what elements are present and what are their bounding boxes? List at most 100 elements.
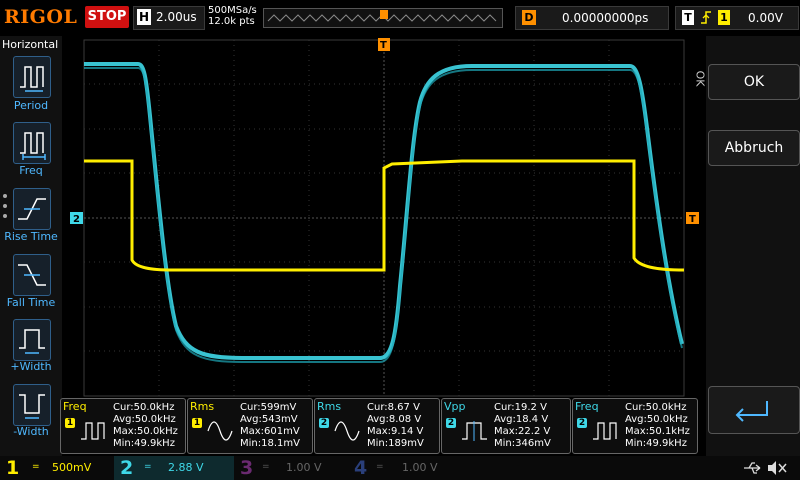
measurement-rms-ch1[interactable]: Rms 1 Cur:599mV Avg:543mV Max:601mV Min:… xyxy=(187,398,313,454)
ok-button[interactable]: OK xyxy=(708,64,800,100)
channel-badge: 1 xyxy=(65,418,75,428)
measurement-min: Min:346mV xyxy=(494,438,551,449)
memory-overview-bar xyxy=(263,8,503,28)
measurement-min: Min:18.1mV xyxy=(240,438,300,449)
measurement-name: Rms xyxy=(317,400,342,413)
usb-icon xyxy=(744,462,761,474)
waveform-display[interactable]: 2 T T xyxy=(62,36,706,456)
waveform-graticule: 2 T T xyxy=(70,38,699,397)
measurement-min: Min:49.9kHz xyxy=(113,438,175,449)
run-stop-status[interactable]: STOP xyxy=(85,6,129,28)
measurement-name: Freq xyxy=(63,400,87,413)
measurement-min: Min:189mV xyxy=(367,438,424,449)
channel-2-box[interactable]: 2 = 2.88 V xyxy=(114,456,234,480)
fall-time-button[interactable] xyxy=(13,254,51,296)
measurement-average: Avg:543mV xyxy=(240,414,298,425)
timebase-label: H xyxy=(137,9,151,25)
dc-coupling-icon: = xyxy=(376,462,384,472)
scroll-dot xyxy=(3,214,7,218)
measurement-freq-ch1[interactable]: Freq 1 Cur:50.0kHz Avg:50.0kHz Max:50.0k… xyxy=(60,398,186,454)
sample-rate: 500MSa/s xyxy=(208,5,257,16)
menu-title: Horizontal xyxy=(2,38,59,51)
rise-time-button[interactable] xyxy=(13,188,51,230)
channel-badge: 2 xyxy=(319,418,329,428)
freq-label: Freq xyxy=(19,164,43,177)
rms-measure-icon xyxy=(334,421,360,441)
channel-3-box[interactable]: 3 = 1.00 V xyxy=(236,456,348,480)
measurement-name: Freq xyxy=(575,400,599,413)
period-icon xyxy=(20,66,44,92)
trigger-level-marker[interactable]: T xyxy=(686,212,699,225)
measurement-rms-ch2[interactable]: Rms 2 Cur:8.67 V Avg:8.08 V Max:9.14 V M… xyxy=(314,398,440,454)
freq-button[interactable] xyxy=(13,122,51,164)
timebase-value: 2.00us xyxy=(156,10,197,24)
rise-time-label: Rise Time xyxy=(4,230,58,243)
measurement-current: Cur:599mV xyxy=(240,402,297,413)
channel-2-marker-label: 2 xyxy=(73,214,80,225)
measurement-max: Max:9.14 V xyxy=(367,426,424,437)
measurement-max: Max:50.1kHz xyxy=(625,426,690,437)
channel-3-number: 3 xyxy=(240,457,254,479)
negative-width-label: -Width xyxy=(13,425,49,438)
negative-width-button[interactable] xyxy=(13,384,51,426)
measurement-freq-ch2[interactable]: Freq 2 Cur:50.0kHz Avg:50.0kHz Max:50.1k… xyxy=(572,398,698,454)
channel-2-scale: 2.88 V xyxy=(168,461,204,474)
trigger-position-marker xyxy=(380,10,388,19)
timebase-box[interactable]: H 2.00us xyxy=(133,6,205,30)
fall-time-icon xyxy=(18,264,46,286)
trigger-level: 0.00V xyxy=(748,11,783,25)
fall-time-label: Fall Time xyxy=(6,296,56,309)
channel-1-scale: 500mV xyxy=(52,461,92,474)
delay-box[interactable]: D 0.00000000ps xyxy=(515,6,669,30)
channel-1-box[interactable]: 1 = 500mV xyxy=(0,456,112,480)
trigger-box[interactable]: T 1 0.00V xyxy=(675,6,799,30)
enter-arrow-icon xyxy=(735,401,768,422)
freq-measure-icon xyxy=(593,422,617,440)
measurement-current: Cur:19.2 V xyxy=(494,402,547,413)
freq-measure-icon xyxy=(81,422,105,440)
measurement-max: Max:50.0kHz xyxy=(113,426,178,437)
speaker-muted-icon[interactable] xyxy=(766,460,788,476)
trigger-right-label: T xyxy=(689,214,696,225)
positive-width-button[interactable] xyxy=(13,319,51,361)
measurement-average: Avg:18.4 V xyxy=(494,414,549,425)
top-status-bar: RIGOL STOP H 2.00us 500MSa/s 12.0k pts D… xyxy=(0,0,800,36)
channel-2-offset-marker[interactable]: 2 xyxy=(70,212,83,225)
measurement-current: Cur:50.0kHz xyxy=(113,402,175,413)
rms-measure-icon xyxy=(207,421,233,441)
measurement-vpp-ch2[interactable]: Vpp 2 Cur:19.2 V Avg:18.4 V Max:22.2 V M… xyxy=(441,398,571,454)
dc-coupling-icon: = xyxy=(144,462,152,472)
dc-coupling-icon: = xyxy=(32,462,40,472)
sample-info: 500MSa/s 12.0k pts xyxy=(208,5,257,27)
abbruch-button[interactable]: Abbruch xyxy=(708,130,800,166)
vpp-measure-icon xyxy=(462,421,487,441)
enter-button[interactable] xyxy=(708,386,800,434)
channel-4-box[interactable]: 4 = 1.00 V xyxy=(350,456,462,480)
channel-1-waveform xyxy=(84,159,685,272)
delay-value: 0.00000000ps xyxy=(562,11,649,25)
trigger-position-top-marker[interactable]: T xyxy=(378,38,390,51)
ok-side-label: OK xyxy=(693,70,707,87)
channel-3-scale: 1.00 V xyxy=(286,461,322,474)
channel-2-number: 2 xyxy=(120,457,134,479)
period-button[interactable] xyxy=(13,56,51,98)
right-softkey-panel: OK OK Abbruch xyxy=(693,36,800,456)
horizontal-menu: Horizontal Period Freq Rise Time Fall Ti… xyxy=(0,36,63,456)
channel-4-number: 4 xyxy=(354,457,368,479)
measurement-name: Rms xyxy=(190,400,215,413)
channel-1-number: 1 xyxy=(6,457,20,479)
measurement-max: Max:601mV xyxy=(240,426,300,437)
delay-label: D xyxy=(522,10,536,25)
trigger-top-label: T xyxy=(380,40,387,51)
measurement-min: Min:49.9kHz xyxy=(625,438,687,449)
trigger-source: 1 xyxy=(718,10,730,25)
dc-coupling-icon: = xyxy=(262,462,270,472)
channel-badge: 1 xyxy=(192,418,202,428)
channel-badge: 2 xyxy=(446,418,456,428)
scroll-dot xyxy=(3,194,7,198)
trigger-label: T xyxy=(682,10,694,25)
channel-badge: 2 xyxy=(577,418,587,428)
period-label: Period xyxy=(13,99,49,112)
measurement-name: Vpp xyxy=(444,400,466,413)
negative-width-icon xyxy=(19,394,45,419)
